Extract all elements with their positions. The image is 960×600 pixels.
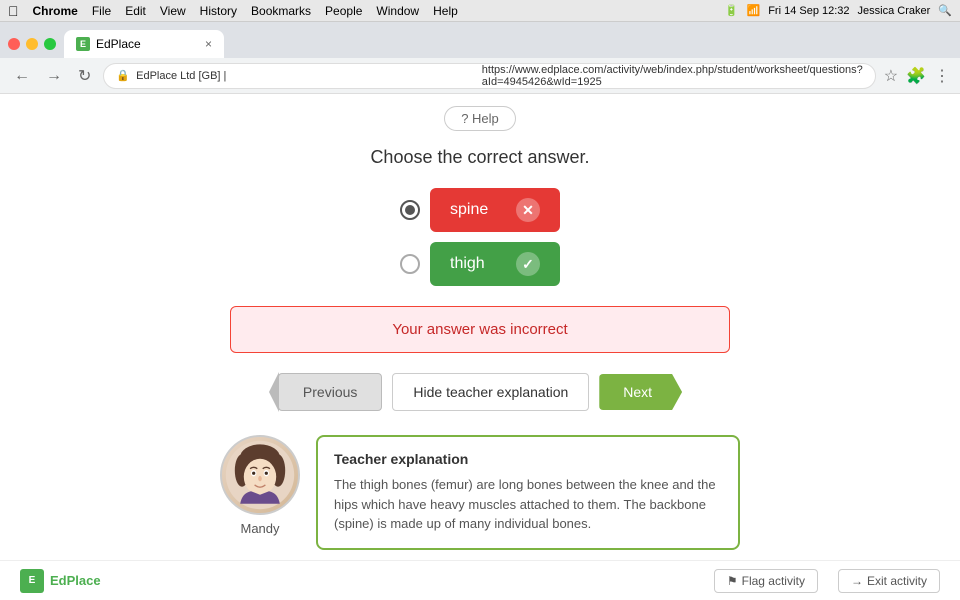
teacher-avatar-container: Mandy bbox=[220, 435, 300, 536]
next-button[interactable]: Next bbox=[599, 374, 682, 410]
exit-label: Exit activity bbox=[867, 574, 927, 588]
footer-logo-icon: E bbox=[20, 569, 44, 593]
address-bar: ← → ↻ 🔒 EdPlace Ltd [GB] | https://www.e… bbox=[0, 58, 960, 94]
tab-close-button[interactable]: × bbox=[205, 37, 212, 51]
menu-bar:  Chrome File Edit View History Bookmark… bbox=[0, 0, 960, 22]
options-container: spine ✕ thigh ✓ bbox=[0, 188, 960, 286]
footer-logo-text: EdPlace bbox=[50, 573, 101, 588]
result-banner: Your answer was incorrect bbox=[230, 306, 730, 353]
tab-bar: E EdPlace × bbox=[0, 22, 960, 58]
battery-icon: 🔋 bbox=[725, 4, 739, 17]
flag-icon: ⚑ bbox=[727, 574, 738, 588]
option-spine-button[interactable]: spine ✕ bbox=[430, 188, 560, 232]
menu-file[interactable]: File bbox=[92, 4, 111, 18]
window-controls[interactable] bbox=[8, 38, 56, 58]
previous-button[interactable]: Previous bbox=[278, 373, 382, 411]
footer-right: ⚑ Flag activity → Exit activity bbox=[714, 569, 940, 593]
tab-title: EdPlace bbox=[96, 37, 141, 51]
teacher-avatar bbox=[220, 435, 300, 515]
menu-history[interactable]: History bbox=[200, 4, 237, 18]
nav-buttons: Previous Hide teacher explanation Next bbox=[0, 373, 960, 411]
menu-icon[interactable]: ⋮ bbox=[934, 66, 950, 86]
explanation-text: The thigh bones (femur) are long bones b… bbox=[334, 475, 722, 534]
page-content: ? Help Choose the correct answer. spine … bbox=[0, 94, 960, 600]
lock-icon: 🔒 bbox=[116, 69, 130, 82]
wifi-icon: 📶 bbox=[747, 4, 761, 17]
reload-button[interactable]: ↻ bbox=[74, 64, 95, 88]
teacher-name: Mandy bbox=[240, 521, 279, 536]
menu-help[interactable]: Help bbox=[433, 4, 458, 18]
url-bar[interactable]: 🔒 EdPlace Ltd [GB] | https://www.edplace… bbox=[103, 63, 875, 89]
result-message: Your answer was incorrect bbox=[392, 321, 567, 338]
help-btn-container: ? Help bbox=[0, 94, 960, 139]
menu-bookmarks[interactable]: Bookmarks bbox=[251, 4, 311, 18]
explanation-title: Teacher explanation bbox=[334, 451, 722, 467]
search-icon[interactable]: 🔍 bbox=[938, 4, 952, 17]
option-thigh-button[interactable]: thigh ✓ bbox=[430, 242, 560, 286]
tab-favicon: E bbox=[76, 37, 90, 51]
browser-tab[interactable]: E EdPlace × bbox=[64, 30, 224, 58]
option-spine-icon: ✕ bbox=[516, 198, 540, 222]
url-text: https://www.edplace.com/activity/web/ind… bbox=[482, 64, 863, 88]
menu-bar-right: 🔋 📶 Fri 14 Sep 12:32 Jessica Craker 🔍 bbox=[725, 4, 952, 17]
minimize-window-button[interactable] bbox=[26, 38, 38, 50]
footer-logo: E EdPlace bbox=[20, 569, 101, 593]
flag-activity-button[interactable]: ⚑ Flag activity bbox=[714, 569, 818, 593]
explanation-box: Teacher explanation The thigh bones (fem… bbox=[316, 435, 740, 550]
help-button[interactable]: ? Help bbox=[444, 106, 516, 131]
datetime: Fri 14 Sep 12:32 bbox=[768, 5, 849, 17]
exit-icon: → bbox=[851, 574, 863, 588]
bookmark-icon[interactable]: ☆ bbox=[884, 66, 898, 86]
question-title: Choose the correct answer. bbox=[0, 147, 960, 168]
footer: E EdPlace ⚑ Flag activity → Exit activit… bbox=[0, 560, 960, 600]
radio-spine[interactable] bbox=[400, 200, 420, 220]
site-label: EdPlace Ltd [GB] | bbox=[136, 70, 476, 82]
menu-window[interactable]: Window bbox=[376, 4, 419, 18]
radio-inner-spine bbox=[405, 205, 415, 215]
toolbar-right: ☆ 🧩 ⋮ bbox=[884, 66, 950, 86]
menu-app-name[interactable]: Chrome bbox=[33, 4, 78, 18]
forward-button[interactable]: → bbox=[42, 65, 66, 87]
exit-activity-button[interactable]: → Exit activity bbox=[838, 569, 940, 593]
menu-edit[interactable]: Edit bbox=[125, 4, 146, 18]
extensions-icon[interactable]: 🧩 bbox=[906, 66, 926, 86]
option-thigh-label: thigh bbox=[450, 255, 485, 273]
teacher-illustration bbox=[224, 439, 296, 511]
flag-label: Flag activity bbox=[742, 574, 805, 588]
menu-people[interactable]: People bbox=[325, 4, 362, 18]
radio-thigh[interactable] bbox=[400, 254, 420, 274]
option-spine-label: spine bbox=[450, 201, 488, 219]
close-window-button[interactable] bbox=[8, 38, 20, 50]
maximize-window-button[interactable] bbox=[44, 38, 56, 50]
user-name: Jessica Craker bbox=[858, 5, 931, 17]
menu-view[interactable]: View bbox=[160, 4, 186, 18]
hide-explanation-button[interactable]: Hide teacher explanation bbox=[392, 373, 589, 411]
teacher-section: Mandy Teacher explanation The thigh bone… bbox=[220, 435, 740, 570]
option-row-thigh: thigh ✓ bbox=[400, 242, 560, 286]
back-button[interactable]: ← bbox=[10, 65, 34, 87]
apple-logo:  bbox=[8, 3, 19, 19]
option-thigh-icon: ✓ bbox=[516, 252, 540, 276]
option-row-spine: spine ✕ bbox=[400, 188, 560, 232]
